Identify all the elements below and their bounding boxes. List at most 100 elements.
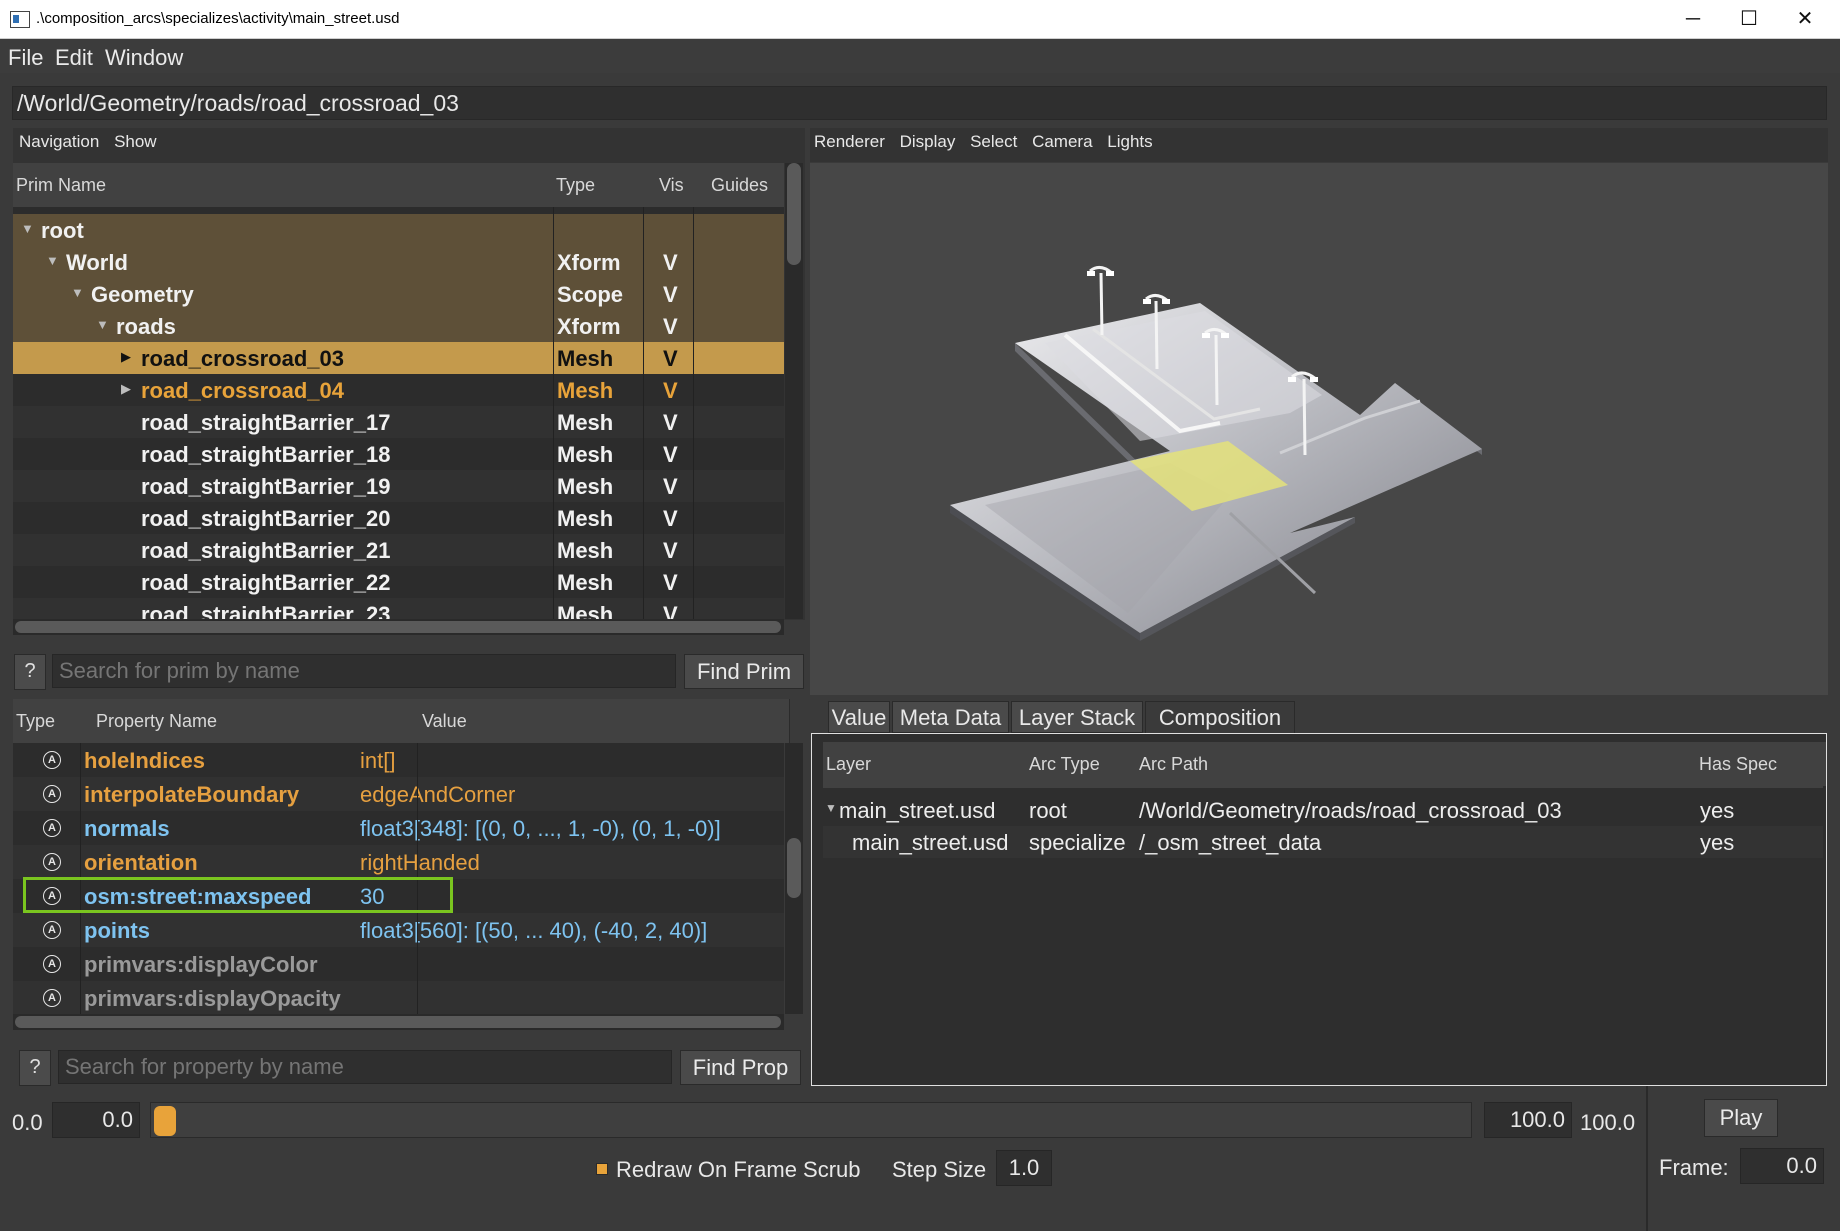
collapse-arrow-icon[interactable]: ▼: [46, 253, 59, 268]
property-hscroll-thumb[interactable]: [15, 1016, 781, 1028]
prim-row[interactable]: road_straightBarrier_20 Mesh V: [13, 502, 784, 534]
property-row[interactable]: AinterpolateBoundary edgeAndCorner: [13, 777, 784, 811]
column-prop-type[interactable]: Type: [13, 699, 84, 743]
menu-window[interactable]: Window: [105, 45, 183, 71]
start-frame-field[interactable]: 0.0: [52, 1102, 140, 1138]
end-frame-field[interactable]: 100.0: [1484, 1102, 1572, 1138]
collapse-arrow-icon[interactable]: ▼: [825, 801, 837, 815]
property-row[interactable]: AholeIndices int[]: [13, 743, 784, 777]
prim-visibility[interactable]: V: [663, 602, 678, 619]
prop-search-help-button[interactable]: ?: [19, 1050, 51, 1086]
property-search-input[interactable]: [58, 1050, 672, 1084]
prim-visibility[interactable]: V: [663, 282, 678, 308]
tab-meta-data[interactable]: Meta Data: [892, 701, 1009, 733]
prim-visibility[interactable]: V: [663, 250, 678, 276]
prim-row[interactable]: road_straightBarrier_23 Mesh V: [13, 598, 784, 619]
column-property-name[interactable]: Property Name: [80, 699, 434, 743]
column-prim-name[interactable]: Prim Name: [13, 163, 557, 207]
prim-row[interactable]: road_straightBarrier_22 Mesh V: [13, 566, 784, 598]
menu-file[interactable]: File: [8, 45, 43, 71]
prim-row[interactable]: ▼ Geometry Scope V: [13, 278, 784, 310]
prim-visibility[interactable]: V: [663, 570, 678, 596]
prim-visibility[interactable]: V: [663, 506, 678, 532]
prim-row[interactable]: ▶ road_crossroad_04 Mesh V: [13, 374, 784, 406]
property-row[interactable]: Aprimvars:displayColor: [13, 947, 784, 981]
prim-search-help-button[interactable]: ?: [14, 654, 46, 690]
expand-arrow-icon[interactable]: ▶: [121, 381, 131, 397]
prim-visibility[interactable]: V: [663, 314, 678, 340]
column-has-spec[interactable]: Has Spec: [1696, 742, 1826, 786]
column-arc-path[interactable]: Arc Path: [1136, 742, 1700, 786]
prim-visibility[interactable]: V: [663, 378, 678, 404]
find-prim-button[interactable]: Find Prim: [684, 654, 804, 689]
prim-visibility[interactable]: V: [663, 410, 678, 436]
column-type[interactable]: Type: [553, 163, 647, 207]
composition-row[interactable]: main_street.usd specialize /_osm_street_da…: [823, 826, 1823, 858]
frame-field[interactable]: 0.0: [1740, 1148, 1824, 1184]
prim-type: Mesh: [557, 538, 614, 563]
prim-row[interactable]: ▼ roads Xform V: [13, 310, 784, 342]
column-guides[interactable]: Guides: [693, 163, 784, 207]
prim-visibility[interactable]: V: [663, 346, 678, 372]
property-row[interactable]: Aprimvars:displayOpacity: [13, 981, 784, 1014]
prim-row[interactable]: road_straightBarrier_21 Mesh V: [13, 534, 784, 566]
play-button[interactable]: Play: [1704, 1099, 1778, 1137]
collapse-arrow-icon[interactable]: ▼: [96, 317, 109, 332]
composition-row[interactable]: ▼ main_street.usd root/World/Geometry/road…: [823, 794, 1823, 826]
menu-show[interactable]: Show: [114, 132, 157, 151]
collapse-arrow-icon[interactable]: ▼: [71, 285, 84, 300]
prim-tree-scroll-thumb[interactable]: [787, 163, 801, 265]
property-row[interactable]: Apoints float3[560]: [(50, ... 40), (-40,…: [13, 913, 784, 947]
prim-row[interactable]: road_straightBarrier_18 Mesh V: [13, 438, 784, 470]
property-scrollbar[interactable]: [785, 743, 803, 1014]
prim-search-input[interactable]: [52, 654, 676, 688]
collapse-arrow-icon[interactable]: ▼: [21, 221, 34, 236]
app-icon: [10, 11, 30, 28]
prim-name: road_straightBarrier_22: [141, 570, 391, 595]
inspector-tabs: Value Meta Data Layer Stack Composition: [812, 697, 1830, 733]
prim-row[interactable]: ▶ road_crossroad_03 Mesh V: [13, 342, 784, 374]
column-layer[interactable]: Layer: [823, 742, 1030, 786]
prim-row[interactable]: ▼ root: [13, 214, 784, 246]
prim-tree-scrollbar[interactable]: [785, 163, 803, 619]
menu-camera[interactable]: Camera: [1032, 132, 1092, 151]
prim-row[interactable]: road_straightBarrier_17 Mesh V: [13, 406, 784, 438]
find-prop-button[interactable]: Find Prop: [680, 1050, 801, 1085]
menu-select[interactable]: Select: [970, 132, 1017, 151]
prim-tree-hscroll-thumb[interactable]: [15, 621, 781, 633]
menu-lights[interactable]: Lights: [1107, 132, 1152, 151]
expand-arrow-icon[interactable]: ▶: [121, 349, 131, 365]
menu-edit[interactable]: Edit: [55, 45, 93, 71]
layer-name: main_street.usd: [852, 830, 1009, 855]
column-arc-type[interactable]: Arc Type: [1026, 742, 1140, 786]
tab-value[interactable]: Value: [828, 701, 890, 733]
step-size-field[interactable]: 1.0: [996, 1150, 1052, 1186]
prim-visibility[interactable]: V: [663, 474, 678, 500]
timeline-slider[interactable]: [150, 1102, 1472, 1138]
property-row[interactable]: Aorientation rightHanded: [13, 845, 784, 879]
prim-tree[interactable]: Prim Name Type Vis Guides ▼ root ▼ World Xfo…: [13, 163, 784, 619]
prim-row[interactable]: road_straightBarrier_19 Mesh V: [13, 470, 784, 502]
redraw-checkbox[interactable]: [596, 1163, 608, 1175]
property-scroll-thumb[interactable]: [787, 838, 801, 898]
column-value[interactable]: Value: [417, 699, 790, 743]
3d-viewport[interactable]: [810, 163, 1828, 695]
prim-tree-hscrollbar[interactable]: [13, 619, 784, 635]
tab-layer-stack[interactable]: Layer Stack: [1011, 701, 1143, 733]
prim-row[interactable]: ▼ World Xform V: [13, 246, 784, 278]
maximize-button[interactable]: ☐: [1722, 0, 1776, 38]
property-row[interactable]: Anormals float3[348]: [(0, 0, ..., 1, -0)…: [13, 811, 784, 845]
menu-navigation[interactable]: Navigation: [19, 132, 99, 151]
prim-visibility[interactable]: V: [663, 442, 678, 468]
tab-composition[interactable]: Composition: [1145, 701, 1295, 733]
close-button[interactable]: ✕: [1778, 0, 1832, 38]
prim-visibility[interactable]: V: [663, 538, 678, 564]
property-hscrollbar[interactable]: [13, 1014, 784, 1030]
menu-display[interactable]: Display: [900, 132, 956, 151]
window-titlebar: .\composition_arcs\specializes\activity\…: [0, 0, 1840, 39]
minimize-button[interactable]: ─: [1666, 0, 1720, 38]
timeline-handle[interactable]: [154, 1106, 176, 1136]
prim-path-field[interactable]: /World/Geometry/roads/road_crossroad_03: [12, 86, 1827, 120]
menu-renderer[interactable]: Renderer: [814, 132, 885, 151]
property-table[interactable]: AholeIndices int[] AinterpolateBoundary edg…: [13, 743, 784, 1014]
